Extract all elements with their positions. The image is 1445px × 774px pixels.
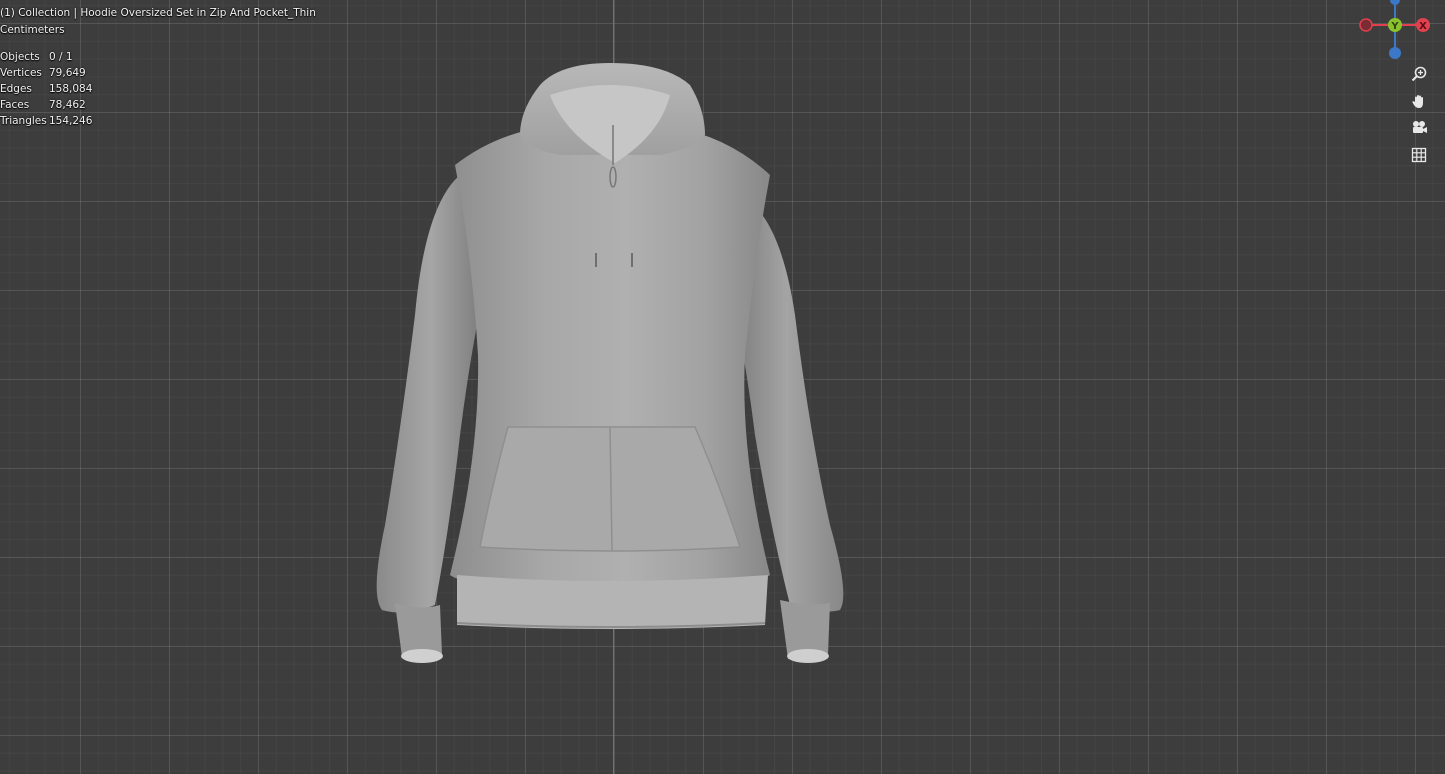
zoom-button[interactable]: [1406, 61, 1432, 87]
stat-label-vertices: Vertices: [0, 67, 42, 79]
y-axis-label: Y: [1390, 21, 1399, 32]
stat-label-faces: Faces: [0, 99, 30, 111]
x-axis-label: X: [1419, 21, 1427, 32]
grid-icon: [1411, 147, 1427, 163]
ortho-toggle-button[interactable]: [1406, 142, 1432, 168]
stat-value-faces: 78,462: [49, 99, 86, 111]
3d-viewport[interactable]: (1) Collection | Hoodie Oversized Set in…: [0, 0, 1445, 774]
stat-label-objects: Objects: [0, 51, 40, 63]
units-label: Centimeters: [0, 24, 65, 36]
stat-value-edges: 158,084: [49, 83, 93, 95]
hand-pan-icon: [1412, 95, 1423, 108]
x-negative-axis-handle[interactable]: [1359, 18, 1373, 32]
stat-label-triangles: Triangles: [0, 115, 47, 127]
navigation-gizmo[interactable]: X Y: [1350, 0, 1440, 66]
hoodie-model[interactable]: [360, 55, 860, 675]
stat-value-vertices: 79,649: [49, 67, 86, 79]
zoom-icon: [1411, 66, 1427, 82]
collection-label: (1) Collection | Hoodie Oversized Set in…: [0, 7, 316, 19]
stat-value-objects: 0 / 1: [49, 51, 73, 63]
stat-label-edges: Edges: [0, 83, 32, 95]
camera-icon: [1413, 121, 1427, 133]
z-negative-axis-handle[interactable]: [1389, 47, 1401, 59]
pan-button[interactable]: [1406, 88, 1432, 114]
z-positive-axis-handle[interactable]: [1390, 0, 1400, 5]
stat-value-triangles: 154,246: [49, 115, 93, 127]
camera-view-button[interactable]: [1406, 115, 1432, 141]
